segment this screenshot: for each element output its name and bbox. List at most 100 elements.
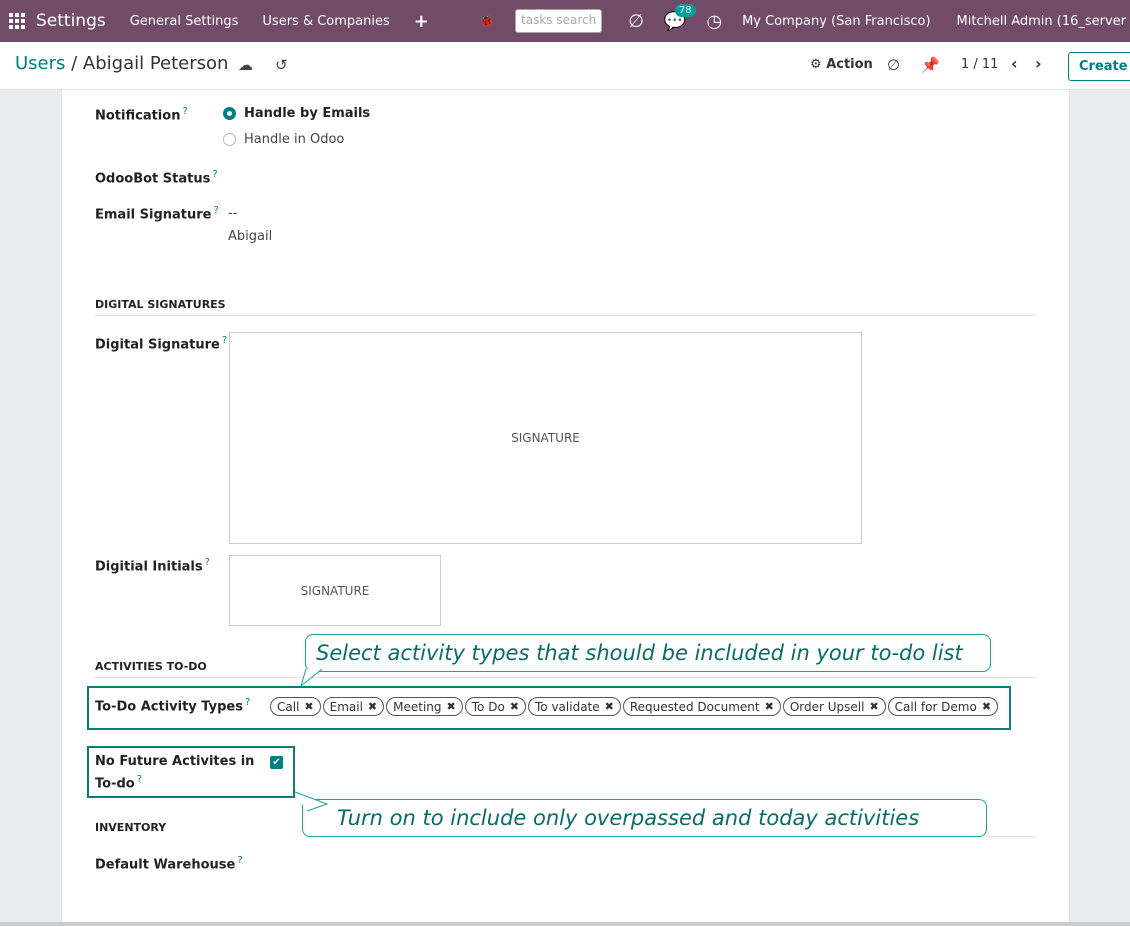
tag-to-validate: To validate ✖ — [528, 697, 621, 716]
pin-icon[interactable]: 📌 — [921, 56, 940, 74]
company-switcher[interactable]: My Company (San Francisco) — [742, 14, 930, 29]
signature-placeholder: SIGNATURE — [300, 583, 370, 598]
digital-initials-text: Digitial Initials — [95, 559, 203, 575]
messages-badge: 78 — [674, 3, 696, 17]
tag-requested-document: Requested Document ✖ — [622, 697, 781, 716]
tag-remove-icon[interactable]: ✖ — [447, 700, 456, 713]
callout-pointer-icon — [294, 791, 329, 812]
tag-call: Call ✖ — [270, 697, 321, 716]
email-signature-line-1[interactable]: -- — [228, 206, 237, 221]
digital-signature-text: Digital Signature — [95, 337, 220, 353]
digital-initials-label: Digitial Initials? — [95, 557, 210, 574]
radio-handle-in-odoo[interactable]: Handle in Odoo — [223, 132, 344, 147]
tag-label: Requested Document — [629, 699, 760, 714]
tag-order-upsell: Order Upsell ✖ — [782, 697, 886, 716]
help-icon[interactable]: ? — [214, 205, 219, 216]
default-warehouse-text: Default Warehouse — [95, 857, 236, 873]
no-future-label-text: To-do — [95, 776, 135, 792]
no-future-label-line2: To-do? — [95, 774, 142, 791]
todo-activity-types-label: To-Do Activity Types? — [95, 697, 250, 714]
tag-label: Order Upsell — [789, 699, 865, 714]
bug-icon[interactable]: 🐞 — [479, 14, 495, 29]
activity-icon[interactable]: ∅ — [887, 56, 900, 74]
default-warehouse-label: Default Warehouse? — [95, 855, 243, 872]
digital-initials-box[interactable]: SIGNATURE — [229, 555, 441, 626]
todo-activity-types-text: To-Do Activity Types — [95, 699, 243, 715]
email-signature-label: Email Signature? — [95, 205, 219, 222]
breadcrumb: Users / Abigail Peterson — [15, 53, 228, 74]
digital-signature-label: Digital Signature? — [95, 335, 227, 352]
help-icon[interactable]: ? — [182, 106, 187, 117]
radio-checked-icon — [223, 107, 236, 120]
help-icon[interactable]: ? — [237, 855, 242, 866]
tag-remove-icon[interactable]: ✖ — [368, 700, 377, 713]
no-future-label-line1: No Future Activites in — [95, 754, 255, 769]
callout-pointer-icon — [300, 668, 323, 688]
tag-to-do: To Do ✖ — [464, 697, 526, 716]
apps-menu-icon[interactable] — [9, 13, 25, 29]
radio-unchecked-icon — [223, 133, 236, 146]
odoobot-status-text: OdooBot Status — [95, 171, 211, 187]
breadcrumb-separator: / — [65, 53, 83, 74]
clock-icon[interactable]: ◷ — [706, 11, 722, 32]
digital-signature-box[interactable]: SIGNATURE — [229, 332, 862, 544]
menu-general-settings[interactable]: General Settings — [130, 14, 239, 29]
section-inventory: INVENTORY — [95, 821, 167, 834]
pager-value[interactable]: 1 / 11 — [961, 57, 998, 72]
chat-icon[interactable]: 💬 78 — [664, 3, 696, 32]
tag-label: Meeting — [393, 699, 442, 714]
tag-remove-icon[interactable]: ✖ — [765, 700, 774, 713]
menu-users-companies[interactable]: Users & Companies — [262, 14, 389, 29]
pager-previous-icon[interactable]: ‹ — [1011, 54, 1018, 73]
breadcrumb-users[interactable]: Users — [15, 53, 65, 74]
tag-label: To Do — [471, 699, 505, 714]
tag-label: To validate — [535, 699, 600, 714]
odoobot-status-label: OdooBot Status? — [95, 169, 218, 186]
radio-label: Handle in Odoo — [244, 132, 345, 147]
tag-remove-icon[interactable]: ✖ — [982, 700, 991, 713]
no-future-checkbox[interactable]: ✔ — [270, 756, 283, 769]
notification-label-text: Notification — [95, 108, 181, 124]
save-cloud-icon[interactable]: ☁ — [238, 56, 253, 74]
callout-no-future: Turn on to include only overpassed and t… — [302, 799, 987, 837]
tag-remove-icon[interactable]: ✖ — [869, 700, 878, 713]
control-panel: Users / Abigail Peterson ☁ ↺ ⚙ Action ∅ … — [0, 42, 1130, 90]
create-button[interactable]: Create — [1068, 52, 1130, 81]
tag-label: Email — [329, 699, 363, 714]
tag-remove-icon[interactable]: ✖ — [510, 700, 519, 713]
page-bottom-divider — [0, 922, 1130, 926]
user-menu[interactable]: Mitchell Admin (16_server — [957, 14, 1127, 29]
tag-email: Email ✖ — [322, 697, 385, 716]
radio-handle-by-emails[interactable]: Handle by Emails — [223, 106, 370, 121]
tag-label: Call — [277, 699, 300, 714]
notification-label: Notification? — [95, 106, 188, 123]
todo-activity-tags[interactable]: Call ✖ Email ✖ Meeting ✖ To Do ✖ To validate… — [270, 697, 999, 716]
top-navbar: Settings General Settings Users & Compan… — [0, 0, 1130, 42]
tag-call-for-demo: Call for Demo ✖ — [887, 697, 999, 716]
discard-icon[interactable]: ↺ — [275, 56, 288, 74]
action-menu[interactable]: ⚙ Action — [810, 57, 873, 72]
tag-meeting: Meeting ✖ — [386, 697, 463, 716]
tag-remove-icon[interactable]: ✖ — [304, 700, 313, 713]
help-icon[interactable]: ? — [137, 774, 142, 785]
section-digital-signatures: DIGITAL SIGNATURES — [95, 298, 1036, 316]
tag-label: Call for Demo — [894, 699, 977, 714]
breadcrumb-current: Abigail Peterson — [82, 53, 229, 74]
plus-icon[interactable]: + — [414, 11, 429, 32]
email-signature-text: Email Signature — [95, 207, 212, 223]
app-title[interactable]: Settings — [36, 11, 106, 31]
help-icon[interactable]: ? — [205, 557, 210, 568]
callout-activity-types: Select activity types that should be inc… — [305, 634, 991, 672]
help-icon[interactable]: ? — [212, 169, 217, 180]
tag-remove-icon[interactable]: ✖ — [605, 700, 614, 713]
email-signature-line-2[interactable]: Abigail — [228, 229, 272, 244]
radio-label: Handle by Emails — [244, 106, 371, 121]
help-icon[interactable]: ? — [222, 335, 227, 346]
signature-placeholder: SIGNATURE — [511, 431, 580, 445]
action-label: Action — [826, 57, 873, 72]
help-icon[interactable]: ? — [245, 697, 250, 708]
activity-icon[interactable]: ∅ — [628, 11, 644, 32]
section-divider — [987, 836, 1036, 837]
pager-next-icon[interactable]: › — [1035, 54, 1042, 73]
tasks-search-input[interactable]: tasks search — [515, 9, 603, 33]
